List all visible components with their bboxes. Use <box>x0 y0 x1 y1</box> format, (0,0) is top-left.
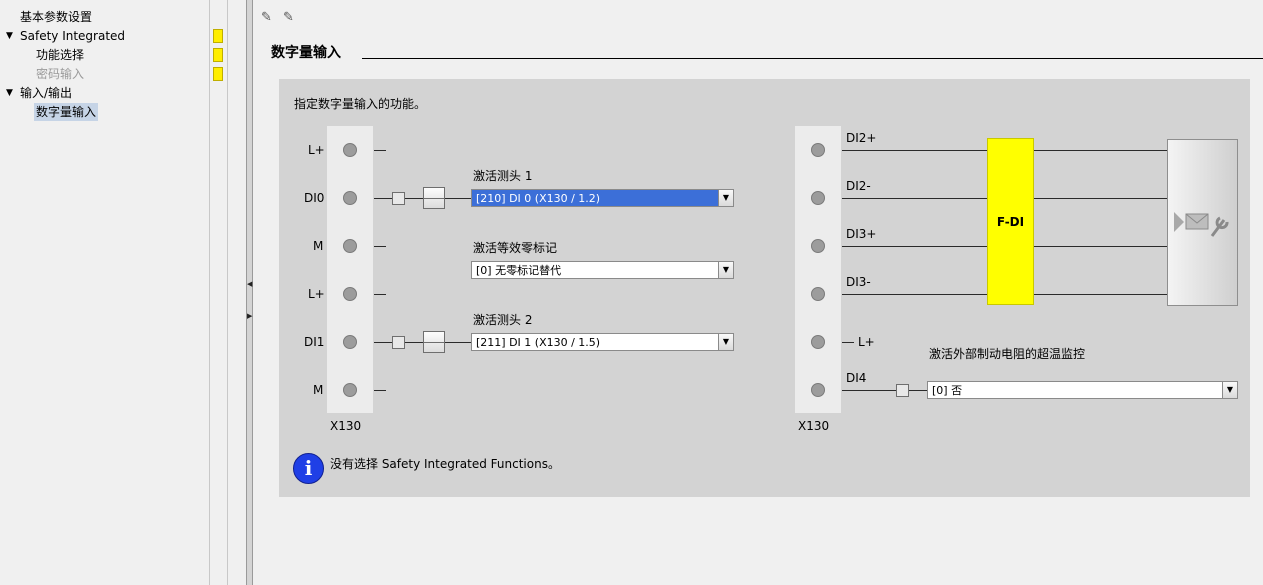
pin-label: L+ <box>308 287 325 301</box>
pin-label: DI1 <box>304 335 325 349</box>
terminal-icon <box>343 335 357 349</box>
tree-item-digital-input[interactable]: 数字量输入 <box>0 103 209 121</box>
pin-label: DI4 <box>846 371 867 385</box>
info-icon: i <box>293 453 324 484</box>
expand-arrow-icon[interactable]: ▼ <box>6 27 13 45</box>
pin-label: DI3+ <box>846 227 877 241</box>
connector-strip-right <box>795 126 841 413</box>
tree-item-label: Safety Integrated <box>20 29 126 43</box>
wire <box>842 390 928 391</box>
pin-label: DI3- <box>846 275 871 289</box>
digital-input-panel <box>279 79 1250 497</box>
pin-label: L+ <box>308 143 325 157</box>
probe2-select[interactable]: [211] DI 1 (X130 / 1.5) ▼ <box>471 333 734 351</box>
wire <box>374 150 386 151</box>
wire <box>374 294 386 295</box>
pin-label: M <box>313 383 324 397</box>
page-title: 数字量输入 <box>271 45 341 61</box>
tree-item-input-output[interactable]: ▼ 输入/输出 <box>0 84 209 102</box>
terminal-icon <box>343 143 357 157</box>
tree-item-label: 输入/输出 <box>20 86 73 100</box>
terminal-icon <box>343 287 357 301</box>
edit-pencil-icon[interactable]: ✎ <box>261 10 277 26</box>
wire <box>374 246 386 247</box>
fdi-label: F-DI <box>996 215 1025 229</box>
signal-block-button[interactable] <box>423 187 445 209</box>
chevron-down-icon[interactable]: ▼ <box>718 334 733 350</box>
pin-label: DI2+ <box>846 131 877 145</box>
tree-item-label: 密码输入 <box>36 67 85 81</box>
zero-mark-select[interactable]: [0] 无零标记替代 ▼ <box>471 261 734 279</box>
edit-pencil-icon[interactable]: ✎ <box>283 10 299 26</box>
probe1-select-value: [210] DI 0 (X130 / 1.2) <box>476 192 601 205</box>
terminal-icon <box>343 383 357 397</box>
signal-inverter-toggle[interactable] <box>392 336 405 349</box>
chevron-down-icon[interactable]: ▼ <box>718 262 733 278</box>
tree-item-label: 基本参数设置 <box>20 10 93 24</box>
tree-item-label: 功能选择 <box>36 48 85 62</box>
tree-item-password-input[interactable]: 密码输入 <box>0 65 209 83</box>
tree-item-safety-integrated[interactable]: ▼ Safety Integrated <box>0 27 209 45</box>
signal-block-button[interactable] <box>423 331 445 353</box>
title-divider <box>362 58 1263 59</box>
status-warning-indicator <box>213 48 223 62</box>
terminal-icon <box>811 191 825 205</box>
expand-arrow-icon[interactable]: ▼ <box>6 84 13 102</box>
pin-label: M <box>313 239 324 253</box>
pin-label: L+ <box>858 335 875 349</box>
message-wrench-icon <box>1174 212 1229 237</box>
terminal-icon <box>811 335 825 349</box>
terminal-icon <box>343 239 357 253</box>
terminal-icon <box>811 239 825 253</box>
zero-mark-label: 激活等效零标记 <box>473 241 558 255</box>
pin-label: DI2- <box>846 179 871 193</box>
tree-item-function-selection[interactable]: 功能选择 <box>0 46 209 64</box>
pane-splitter[interactable]: ◀ ▶ <box>246 0 253 585</box>
pin-label: DI0 <box>304 191 325 205</box>
wire <box>842 342 854 343</box>
terminal-icon <box>811 383 825 397</box>
tree-item-label: 数字量输入 <box>34 103 99 121</box>
probe2-label: 激活测头 2 <box>473 313 533 327</box>
terminal-icon <box>811 143 825 157</box>
status-warning-indicator <box>213 67 223 81</box>
chevron-down-icon[interactable]: ▼ <box>718 190 733 206</box>
expand-right-arrow-icon[interactable]: ▶ <box>247 312 252 320</box>
terminal-icon <box>343 191 357 205</box>
wire <box>374 390 386 391</box>
status-warning-indicator <box>213 29 223 43</box>
terminal-icon <box>811 287 825 301</box>
overtemp-select-value: [0] 否 <box>932 384 963 397</box>
overtemp-label: 激活外部制动电阻的超温监控 <box>929 347 1086 361</box>
connector-label: X130 <box>798 419 830 433</box>
chevron-down-icon[interactable]: ▼ <box>1222 382 1237 398</box>
probe2-select-value: [211] DI 1 (X130 / 1.5) <box>476 336 601 349</box>
probe1-label: 激活测头 1 <box>473 169 533 183</box>
zero-mark-select-value: [0] 无零标记替代 <box>476 264 562 277</box>
connector-strip-left <box>327 126 373 413</box>
tree-item-basic-params[interactable]: 基本参数设置 <box>0 8 209 26</box>
fdi-block: F-DI <box>987 138 1034 305</box>
output-block[interactable] <box>1167 139 1238 306</box>
connector-label: X130 <box>330 419 362 433</box>
signal-inverter-toggle[interactable] <box>896 384 909 397</box>
overtemp-select[interactable]: [0] 否 ▼ <box>927 381 1238 399</box>
signal-inverter-toggle[interactable] <box>392 192 405 205</box>
panel-description: 指定数字量输入的功能。 <box>294 97 427 111</box>
info-message: 没有选择 Safety Integrated Functions。 <box>330 457 560 471</box>
probe1-select[interactable]: [210] DI 0 (X130 / 1.2) ▼ <box>471 189 734 207</box>
collapse-left-arrow-icon[interactable]: ◀ <box>247 280 252 288</box>
navigation-tree: 基本参数设置 ▼ Safety Integrated 功能选择 密码输入 ▼ 输… <box>0 0 246 585</box>
